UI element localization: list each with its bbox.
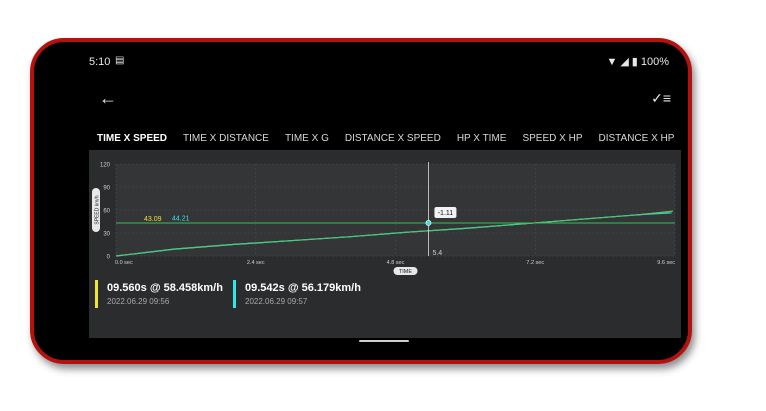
- tab-time-x-speed[interactable]: TIME X SPEED: [89, 131, 175, 150]
- y-axis-title: SPEED km/h: [95, 195, 101, 224]
- checklist-icon[interactable]: ✓≡: [651, 90, 671, 107]
- tab-time-x-g[interactable]: TIME X G: [277, 131, 337, 150]
- result-color-bar: [95, 280, 98, 308]
- tab-bar: TIME X SPEED TIME X DISTANCE TIME X G DISTA…: [89, 128, 681, 150]
- chart-panel: 120 90 60 30 0 0.0 sec 2.4 sec 4.8 sec 7.2 sec 9.…: [89, 150, 681, 338]
- tab-speed-x-hp[interactable]: SPEED X HP: [514, 131, 590, 150]
- y-tick-label: 60: [103, 209, 110, 215]
- wifi-icon: ▼: [606, 55, 618, 68]
- tab-distance-x-speed[interactable]: DISTANCE X SPEED: [337, 131, 449, 150]
- phone-frame: 5:10 ▤ ▼ ◢ ▮ 100% ← ✓≡ TIME X SPEED TIME …: [30, 38, 692, 364]
- x-tick-label: 7.2 sec: [526, 260, 544, 266]
- y-tick-label: 30: [103, 232, 110, 238]
- app-bar: ← ✓≡: [89, 88, 681, 114]
- result-main: 09.560s @ 58.458km/h: [107, 282, 223, 294]
- tab-distance-x-hp[interactable]: DISTANCE X HP: [591, 131, 682, 150]
- x-tick-label: 4.8 sec: [387, 260, 405, 266]
- result-date: 2022.06.29 09:57: [245, 297, 308, 306]
- x-axis-title: TIME: [399, 269, 412, 275]
- battery-icon: ▮: [631, 56, 638, 68]
- cursor-marker: [425, 220, 432, 226]
- tab-time-x-distance[interactable]: TIME X DISTANCE: [175, 131, 277, 150]
- gesture-nav-handle[interactable]: [359, 340, 409, 342]
- status-right: ▼ ◢ ▮ 100%: [606, 55, 669, 69]
- result-date: 2022.06.29 09:56: [107, 297, 170, 306]
- status-bar: 5:10 ▤ ▼ ◢ ▮ 100%: [89, 52, 681, 70]
- reference-label-1: 43.09: [144, 216, 162, 223]
- x-tick-label: 0.0 sec: [115, 260, 133, 266]
- signal-icon: ◢: [620, 56, 629, 68]
- reference-label-2: 44.21: [172, 215, 190, 222]
- tab-hp-x-time[interactable]: HP X TIME: [449, 131, 515, 150]
- sim-icon: ▤: [115, 55, 125, 66]
- battery-percent: 100%: [640, 55, 669, 68]
- y-tick-label: 120: [100, 163, 111, 169]
- delta-value: -1.11: [438, 210, 454, 217]
- y-tick-label: 90: [103, 186, 110, 192]
- speed-chart[interactable]: 120 90 60 30 0 0.0 sec 2.4 sec 4.8 sec 7.2 sec 9.…: [89, 150, 681, 338]
- app-screen: 5:10 ▤ ▼ ◢ ▮ 100% ← ✓≡ TIME X SPEED TIME …: [89, 52, 681, 348]
- back-arrow-icon[interactable]: ←: [99, 88, 117, 108]
- x-tick-label: 9.6 sec: [657, 260, 675, 266]
- result-color-bar: [233, 280, 236, 308]
- status-time: 5:10: [89, 56, 111, 68]
- result-main: 09.542s @ 56.179km/h: [245, 282, 361, 294]
- y-tick-label: 0: [107, 255, 111, 261]
- cursor-x-label: 5.4: [432, 250, 442, 257]
- x-tick-label: 2.4 sec: [247, 260, 265, 266]
